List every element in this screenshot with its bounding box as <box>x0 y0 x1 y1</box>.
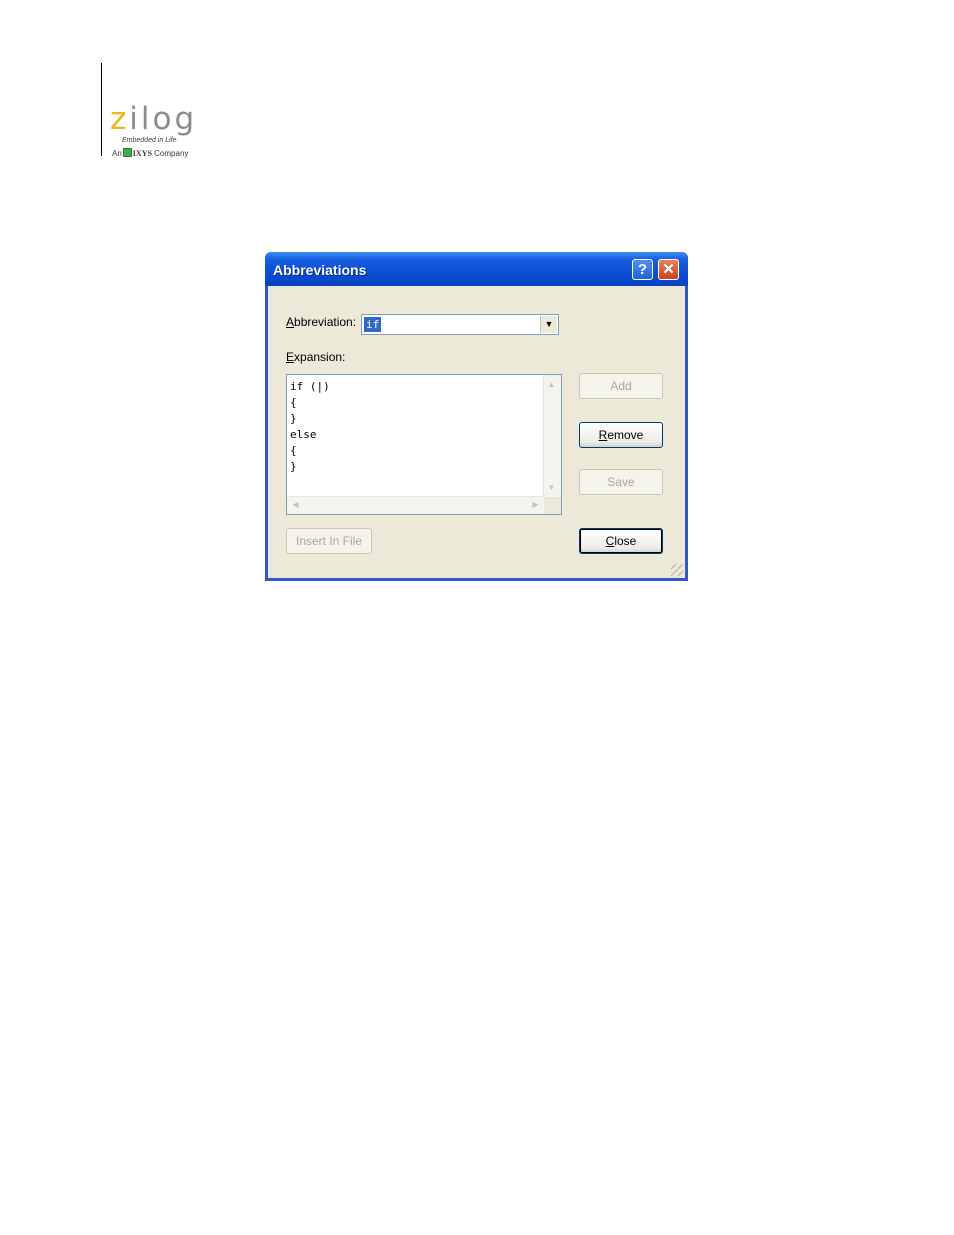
expansion-code[interactable]: if (|) { } else { } <box>290 379 330 475</box>
close-window-button[interactable]: ✕ <box>658 259 679 280</box>
ixys-square-icon <box>122 148 132 157</box>
remove-button[interactable]: Remove <box>579 422 663 448</box>
abbreviation-value[interactable]: if <box>364 317 382 332</box>
insert-in-file-button[interactable]: Insert In File <box>286 528 372 554</box>
resize-grip[interactable] <box>671 564 683 576</box>
close-icon: ✕ <box>662 261 675 278</box>
dialog-client-area: Abbreviation: if ▼ Expansion: if (|) { }… <box>268 286 685 578</box>
page-margin-rule <box>101 63 102 156</box>
expansion-label: Expansion: <box>286 350 346 364</box>
scroll-left-icon[interactable]: ◀ <box>288 497 303 512</box>
zilog-logo: zilog Embedded in Life An IXYS Company <box>110 101 210 158</box>
logo-company-line: An IXYS Company <box>112 148 189 158</box>
abbreviation-label: Abbreviation: <box>286 315 357 329</box>
logo-tagline: Embedded in Life <box>122 137 177 144</box>
scroll-down-icon[interactable]: ▼ <box>544 480 559 495</box>
scroll-up-icon[interactable]: ▲ <box>544 377 559 392</box>
title-bar[interactable]: Abbreviations ? ✕ <box>265 252 688 286</box>
scroll-right-icon[interactable]: ▶ <box>528 497 543 512</box>
add-button[interactable]: Add <box>579 373 663 399</box>
abbreviation-combobox[interactable]: if ▼ <box>361 314 559 335</box>
save-button[interactable]: Save <box>579 469 663 495</box>
horizontal-scrollbar[interactable]: ◀ ▶ <box>287 496 544 514</box>
help-icon: ? <box>637 261 648 278</box>
window-title: Abbreviations <box>273 262 367 278</box>
close-button[interactable]: Close <box>579 528 663 554</box>
help-button[interactable]: ? <box>632 259 653 280</box>
vertical-scrollbar[interactable]: ▲ ▼ <box>543 375 561 497</box>
scrollbar-corner <box>544 497 561 514</box>
logo-wordmark: zilog <box>110 101 198 137</box>
expansion-textarea[interactable]: if (|) { } else { } ▲ ▼ ◀ ▶ <box>286 374 562 515</box>
abbreviations-dialog: Abbreviations ? ✕ Abbreviation: if ▼ Exp… <box>265 252 688 581</box>
dropdown-arrow-icon[interactable]: ▼ <box>540 316 557 333</box>
